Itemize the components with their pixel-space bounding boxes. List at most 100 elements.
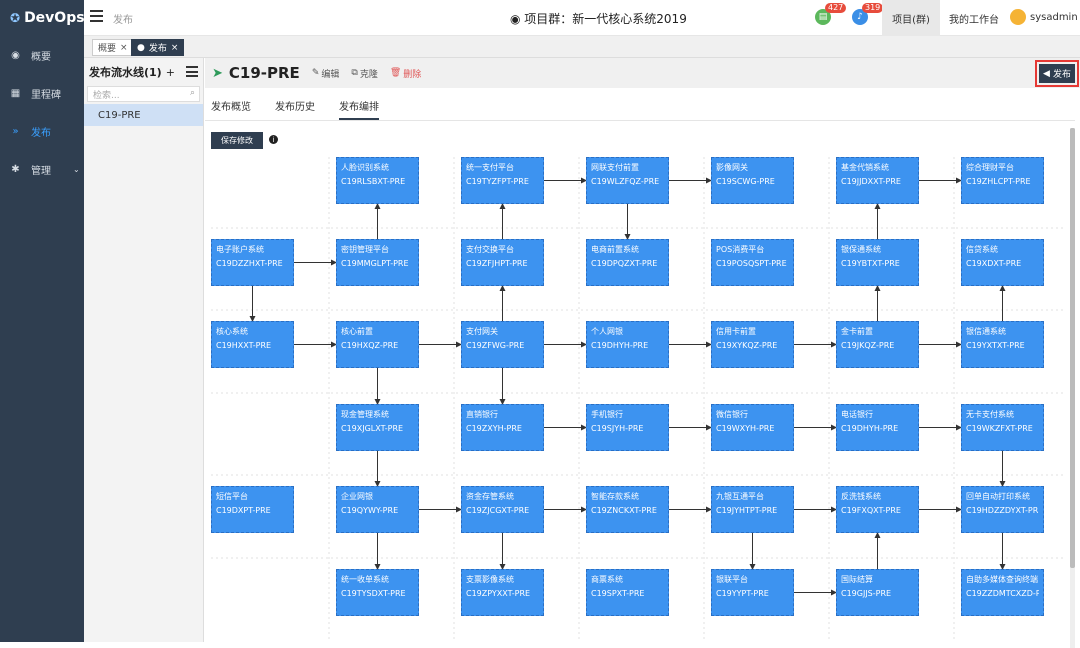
- flow-node-name: 银保通系统: [841, 245, 881, 254]
- add-pipeline-icon[interactable]: +: [166, 66, 175, 79]
- flow-node-code: C19TYSDXT-PRE: [341, 589, 406, 598]
- flow-node-name: 核心前置: [341, 327, 373, 336]
- flow-node[interactable]: 反洗钱系统 C19FXQXT-PRE: [836, 486, 919, 533]
- flow-node[interactable]: 智能存款系统 C19ZNCKXT-PRE: [586, 486, 669, 533]
- flow-node-name: 网联支付前置: [591, 163, 639, 172]
- flow-node[interactable]: 密钥管理平台 C19MMGLPT-PRE: [336, 239, 419, 286]
- sidebar-item-milestone[interactable]: ▦ 里程碑: [0, 74, 84, 112]
- project-group-title: ◉ 项目群：新一代核心系统2019: [510, 12, 687, 26]
- flow-node[interactable]: 银保通系统 C19YBTXT-PRE: [836, 239, 919, 286]
- flow-node-code: C19POSQSPT-PRE: [716, 259, 787, 268]
- flow-node[interactable]: 影像网关 C19SCWG-PRE: [711, 157, 794, 204]
- flow-node[interactable]: 信贷系统 C19XDXT-PRE: [961, 239, 1044, 286]
- flow-node-name: 电话银行: [841, 410, 873, 419]
- flow-node[interactable]: 网联支付前置 C19WLZFQZ-PRE: [586, 157, 669, 204]
- vertical-scrollbar[interactable]: [1070, 128, 1075, 648]
- flow-node[interactable]: 资金存管系统 C19ZJCGXT-PRE: [461, 486, 544, 533]
- flow-node-name: 国际结算: [841, 575, 873, 584]
- flow-node[interactable]: 电子账户系统 C19DZZHXT-PRE: [211, 239, 294, 286]
- flow-node-name: 银信通系统: [966, 327, 1006, 336]
- flow-node-name: 智能存款系统: [591, 492, 639, 501]
- flow-node[interactable]: 核心前置 C19HXQZ-PRE: [336, 321, 419, 368]
- flow-node[interactable]: 国际结算 C19GJJS-PRE: [836, 569, 919, 616]
- app-name: DevOps: [24, 10, 85, 26]
- flow-node[interactable]: 综合理财平台 C19ZHLCPT-PRE: [961, 157, 1044, 204]
- flow-node[interactable]: 基金代销系统 C19JJDXXT-PRE: [836, 157, 919, 204]
- flow-node[interactable]: 微信银行 C19WXYH-PRE: [711, 404, 794, 451]
- flow-node-code: C19HXQZ-PRE: [341, 341, 399, 350]
- flow-node-code: C19ZJCGXT-PRE: [466, 506, 530, 515]
- flow-node[interactable]: POS消费平台 C19POSQSPT-PRE: [711, 239, 794, 286]
- flow-node[interactable]: 现金管理系统 C19XJGLXT-PRE: [336, 404, 419, 451]
- flow-node-code: C19FXQXT-PRE: [841, 506, 901, 515]
- milestone-icon: ▦: [10, 87, 21, 99]
- flow-node-code: C19SCWG-PRE: [716, 177, 775, 186]
- sidebar-item-manage[interactable]: ✱ 管理 ⌄: [0, 150, 84, 188]
- flow-node-name: 银联平台: [716, 575, 748, 584]
- flow-node-name: 电子账户系统: [216, 245, 264, 254]
- flow-node[interactable]: 个人网银 C19DHYH-PRE: [586, 321, 669, 368]
- flow-node[interactable]: 商票系统 C19SPXT-PRE: [586, 569, 669, 616]
- flow-node-code: C19WLZFQZ-PRE: [591, 177, 660, 186]
- flow-node-code: C19ZXYH-PRE: [466, 424, 522, 433]
- flow-node[interactable]: 自助多媒体查询终端 C19ZZDMTCXZD-PRE: [961, 569, 1044, 616]
- sidebar-item-overview[interactable]: ◉ 概要: [0, 36, 84, 74]
- flow-node[interactable]: 回单自动打印系统 C19HDZZDYXT-PRE: [961, 486, 1044, 533]
- menu-toggle-icon[interactable]: [90, 10, 103, 22]
- breadcrumb: 发布: [113, 15, 133, 26]
- flow-node-name: 直销银行: [466, 410, 498, 419]
- flow-node-name: 密钥管理平台: [341, 245, 389, 254]
- flow-node-name: 电商前置系统: [591, 245, 639, 254]
- flow-node-name: 基金代销系统: [841, 163, 889, 172]
- flow-node[interactable]: 信用卡前置 C19XYKQZ-PRE: [711, 321, 794, 368]
- flow-node-name: 企业网银: [341, 492, 373, 501]
- flow-node-code: C19JJDXXT-PRE: [841, 177, 901, 186]
- tab-publish[interactable]: ● 发布 ×: [131, 39, 185, 56]
- bell-count-badge: 319: [862, 3, 884, 13]
- flow-node-code: C19WKZFXT-PRE: [966, 424, 1033, 433]
- user-menu[interactable]: sysadmin ▼: [1010, 9, 1080, 25]
- devops-logo-icon: ✪: [10, 11, 21, 25]
- pipeline-menu-icon[interactable]: [186, 66, 198, 77]
- task-count-badge: 427: [825, 3, 847, 13]
- nav-project-group[interactable]: 项目(群): [882, 0, 940, 36]
- flow-node-code: C19WXYH-PRE: [716, 424, 775, 433]
- gear-icon: ✱: [11, 163, 20, 175]
- nav-my-workspace[interactable]: 我的工作台: [945, 0, 1003, 36]
- flow-node[interactable]: 人脸识别系统 C19RLSBXT-PRE: [336, 157, 419, 204]
- flow-node[interactable]: 直销银行 C19ZXYH-PRE: [461, 404, 544, 451]
- flow-node-code: C19DPQZXT-PRE: [591, 259, 658, 268]
- flow-node-code: C19HDZZDYXT-PRE: [966, 506, 1039, 515]
- close-icon[interactable]: ×: [171, 43, 179, 53]
- search-placeholder: 检索...: [93, 90, 120, 101]
- flow-node[interactable]: 九银互通平台 C19JYHTPT-PRE: [711, 486, 794, 533]
- flow-node[interactable]: 金卡前置 C19JKQZ-PRE: [836, 321, 919, 368]
- flow-node[interactable]: 无卡支付系统 C19WKZFXT-PRE: [961, 404, 1044, 451]
- flow-node[interactable]: 支票影像系统 C19ZPYXXT-PRE: [461, 569, 544, 616]
- flow-node[interactable]: 银信通系统 C19YXTXT-PRE: [961, 321, 1044, 368]
- sidebar-item-publish[interactable]: » 发布: [0, 112, 84, 150]
- app-logo[interactable]: ✪ DevOps: [0, 0, 85, 36]
- pipeline-search-input[interactable]: 检索... ⌕: [87, 86, 200, 102]
- flow-node[interactable]: 电商前置系统 C19DPQZXT-PRE: [586, 239, 669, 286]
- flow-node[interactable]: 支付网关 C19ZFWG-PRE: [461, 321, 544, 368]
- flow-node[interactable]: 支付交换平台 C19ZFJHPT-PRE: [461, 239, 544, 286]
- tab-overview[interactable]: 概要 ×: [92, 39, 134, 56]
- flow-node[interactable]: 手机银行 C19SJYH-PRE: [586, 404, 669, 451]
- flow-node-name: 微信银行: [716, 410, 748, 419]
- flow-node[interactable]: 核心系统 C19HXXT-PRE: [211, 321, 294, 368]
- tab-label: 发布: [148, 44, 167, 54]
- flow-node-name: 信用卡前置: [716, 327, 756, 336]
- flow-node[interactable]: 电话银行 C19DHYH-PRE: [836, 404, 919, 451]
- flow-node[interactable]: 短信平台 C19DXPT-PRE: [211, 486, 294, 533]
- pipeline-item-c19-pre[interactable]: C19-PRE: [84, 104, 203, 126]
- flow-node-code: C19XJGLXT-PRE: [341, 424, 404, 433]
- flow-node[interactable]: 统一支付平台 C19TYZFPT-PRE: [461, 157, 544, 204]
- flow-node[interactable]: 统一收单系统 C19TYSDXT-PRE: [336, 569, 419, 616]
- flow-node[interactable]: 银联平台 C19YYPT-PRE: [711, 569, 794, 616]
- flow-node[interactable]: 企业网银 C19QYWY-PRE: [336, 486, 419, 533]
- page-tab-strip: 概要 × ● 发布 ×: [84, 36, 1080, 58]
- flow-node-code: C19RLSBXT-PRE: [341, 177, 406, 186]
- close-icon[interactable]: ×: [120, 43, 128, 53]
- flow-node-name: 九银互通平台: [716, 492, 764, 501]
